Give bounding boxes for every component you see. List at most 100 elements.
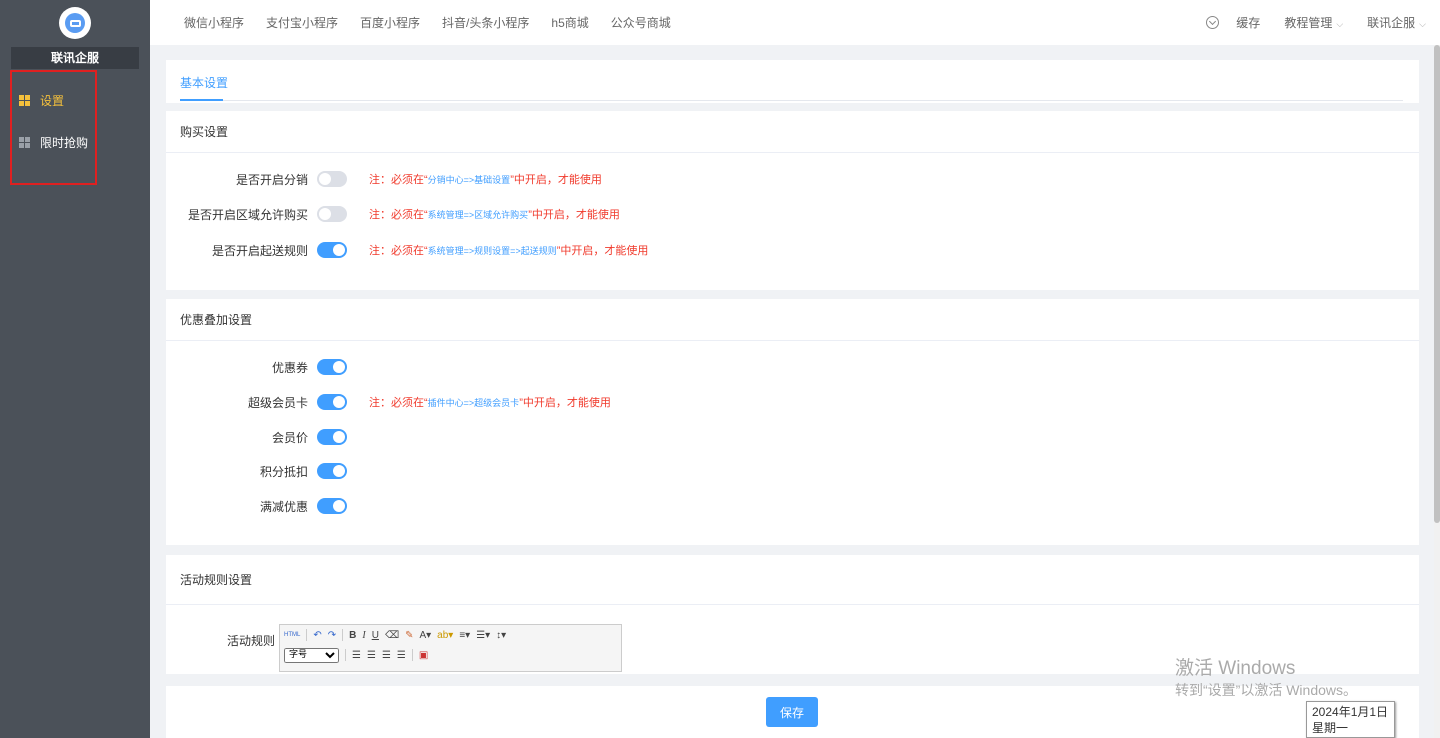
setting-label: 积分抵扣 xyxy=(259,464,308,479)
setting-label: 会员价 xyxy=(271,430,308,445)
toggle-switch[interactable] xyxy=(317,171,347,187)
user-name: 联讯企服 xyxy=(1367,16,1416,30)
setting-row: 是否开启分销 注：必须在“分销中心=>基础设置”中开启，才能使用 xyxy=(166,169,1419,189)
align-justify-icon[interactable]: ☰ xyxy=(397,650,406,661)
setting-label: 超级会员卡 xyxy=(247,395,308,410)
nav-alipay-miniprogram[interactable]: 支付宝小程序 xyxy=(266,14,338,31)
align-left-icon[interactable]: ☰ xyxy=(352,650,361,661)
note-prefix: 注：必须在“ xyxy=(369,209,428,221)
user-menu[interactable]: 联讯企服 ⌵ xyxy=(1367,14,1426,31)
ordered-list-icon[interactable]: ≡▾ xyxy=(459,630,470,641)
note-path: 系统管理=>区域允许购买 xyxy=(427,210,529,220)
italic-icon[interactable]: I xyxy=(362,630,365,641)
setting-row: 满减优惠 xyxy=(166,496,1419,516)
discount-settings-section: 优惠叠加设置 优惠券超级会员卡 注：必须在“插件中心=>超级会员卡”中开启，才能使… xyxy=(166,299,1419,545)
font-size-select[interactable]: 字号 xyxy=(284,647,339,663)
tutorial-label: 教程管理 xyxy=(1284,16,1333,30)
section-title: 优惠叠加设置 xyxy=(166,299,1419,341)
setting-row: 积分抵扣 xyxy=(166,461,1419,481)
nav-wechat-miniprogram[interactable]: 微信小程序 xyxy=(184,14,244,31)
redo-icon[interactable]: ↷ xyxy=(328,630,336,641)
toggle-knob xyxy=(333,431,345,443)
unordered-list-icon[interactable]: ☰▾ xyxy=(476,630,490,641)
toggle-knob xyxy=(333,396,345,408)
tutorial-menu[interactable]: 教程管理 ⌵ xyxy=(1284,14,1343,31)
toggle-knob xyxy=(333,465,345,477)
setting-label: 满减优惠 xyxy=(259,499,308,514)
font-color-icon[interactable]: A▾ xyxy=(419,630,431,641)
clock-date: 2024年1月1日 xyxy=(1312,705,1389,719)
align-center-icon[interactable]: ☰ xyxy=(367,650,376,661)
top-bar: 微信小程序 支付宝小程序 百度小程序 抖音/头条小程序 h5商城 公众号商城 缓… xyxy=(150,0,1440,45)
top-nav: 微信小程序 支付宝小程序 百度小程序 抖音/头条小程序 h5商城 公众号商城 xyxy=(184,0,693,45)
image-icon[interactable]: ▣ xyxy=(419,650,428,661)
chevron-down-icon: ⌵ xyxy=(1336,19,1344,29)
toggle-knob xyxy=(333,361,345,373)
setting-label: 优惠券 xyxy=(271,360,308,375)
note-path: 系统管理=>规则设置=>起送规则 xyxy=(427,246,557,256)
eraser-icon[interactable]: ⌫ xyxy=(385,630,399,641)
toggle-switch[interactable] xyxy=(317,463,347,479)
section-title: 活动规则设置 xyxy=(166,555,1419,605)
tab-divider xyxy=(180,100,1403,101)
setting-label: 是否开启区域允许购买 xyxy=(187,207,308,222)
editor-toolbar-row-1: HTML ↶ ↷ B I U ⌫ ✎ A▾ ab▾ ≡▾ ☰▾ ↕▾ xyxy=(280,625,621,645)
purchase-settings-section: 购买设置 是否开启分销 注：必须在“分销中心=>基础设置”中开启，才能使用 是否开启… xyxy=(166,111,1419,290)
tab-basic-settings[interactable]: 基本设置 xyxy=(180,74,228,91)
setting-note: 注：必须在“系统管理=>区域允许购买”中开启，才能使用 xyxy=(369,206,620,222)
download-icon[interactable] xyxy=(1206,16,1220,29)
note-prefix: 注：必须在“ xyxy=(369,397,428,409)
setting-row: 是否开启区域允许购买 注：必须在“系统管理=>区域允许购买”中开启，才能使用 xyxy=(166,204,1419,224)
toggle-switch[interactable] xyxy=(317,242,347,258)
nav-douyin-miniprogram[interactable]: 抖音/头条小程序 xyxy=(442,14,529,31)
tab-active-indicator xyxy=(180,99,223,101)
toggle-knob xyxy=(333,500,345,512)
highlight-box xyxy=(10,70,97,185)
toggle-switch[interactable] xyxy=(317,498,347,514)
logo[interactable] xyxy=(59,7,91,39)
undo-icon[interactable]: ↶ xyxy=(313,630,321,641)
note-path: 分销中心=>基础设置 xyxy=(427,175,511,185)
save-button[interactable]: 保存 xyxy=(766,697,818,727)
note-prefix: 注：必须在“ xyxy=(369,174,428,186)
underline-icon[interactable]: U xyxy=(372,630,379,641)
tabs-card: 基本设置 xyxy=(166,60,1419,103)
top-right: 缓存 教程管理 ⌵ 联讯企服 ⌵ xyxy=(1206,0,1440,45)
toggle-switch[interactable] xyxy=(317,394,347,410)
toggle-knob xyxy=(333,244,345,256)
align-right-icon[interactable]: ☰ xyxy=(382,650,391,661)
toggle-switch[interactable] xyxy=(317,359,347,375)
note-suffix: ”中开启，才能使用 xyxy=(556,245,649,257)
highlight-color-icon[interactable]: ab▾ xyxy=(437,630,453,641)
note-path: 插件中心=>超级会员卡 xyxy=(427,398,520,408)
note-suffix: ”中开启，才能使用 xyxy=(510,174,602,186)
clock-weekday: 星期一 xyxy=(1312,721,1349,735)
html-source-icon[interactable]: HTML xyxy=(284,632,300,638)
note-suffix: ”中开启，才能使用 xyxy=(528,209,620,221)
brand-name: 联讯企服 xyxy=(11,47,139,69)
toggle-switch[interactable] xyxy=(317,206,347,222)
toggle-knob xyxy=(319,208,331,220)
setting-row: 超级会员卡 注：必须在“插件中心=>超级会员卡”中开启，才能使用 xyxy=(166,392,1419,412)
line-height-icon[interactable]: ↕▾ xyxy=(496,630,506,641)
setting-note: 注：必须在“插件中心=>超级会员卡”中开启，才能使用 xyxy=(369,394,611,410)
nav-baidu-miniprogram[interactable]: 百度小程序 xyxy=(360,14,420,31)
format-brush-icon[interactable]: ✎ xyxy=(405,630,413,641)
clock-tooltip: 2024年1月1日 星期一 xyxy=(1306,701,1395,738)
nav-official-account-mall[interactable]: 公众号商城 xyxy=(611,14,671,31)
rich-text-editor[interactable]: HTML ↶ ↷ B I U ⌫ ✎ A▾ ab▾ ≡▾ ☰▾ ↕▾ 字号 ☰ … xyxy=(279,624,622,672)
windows-activation-hint: 转到“设置”以激活 Windows。 xyxy=(1175,682,1358,698)
cache-button[interactable]: 缓存 xyxy=(1236,14,1260,31)
windows-activation-title: 激活 Windows xyxy=(1175,658,1296,679)
toggle-switch[interactable] xyxy=(317,429,347,445)
setting-label: 是否开启起送规则 xyxy=(211,243,308,258)
bold-icon[interactable]: B xyxy=(349,630,356,641)
nav-h5-mall[interactable]: h5商城 xyxy=(551,14,588,31)
note-prefix: 注：必须在“ xyxy=(369,245,428,257)
toggle-knob xyxy=(319,173,331,185)
section-title: 购买设置 xyxy=(166,111,1419,153)
scrollbar-thumb[interactable] xyxy=(1434,45,1440,523)
rules-label: 活动规则 xyxy=(227,634,276,648)
logo-icon xyxy=(65,13,85,33)
chevron-down-icon: ⌵ xyxy=(1419,19,1426,29)
